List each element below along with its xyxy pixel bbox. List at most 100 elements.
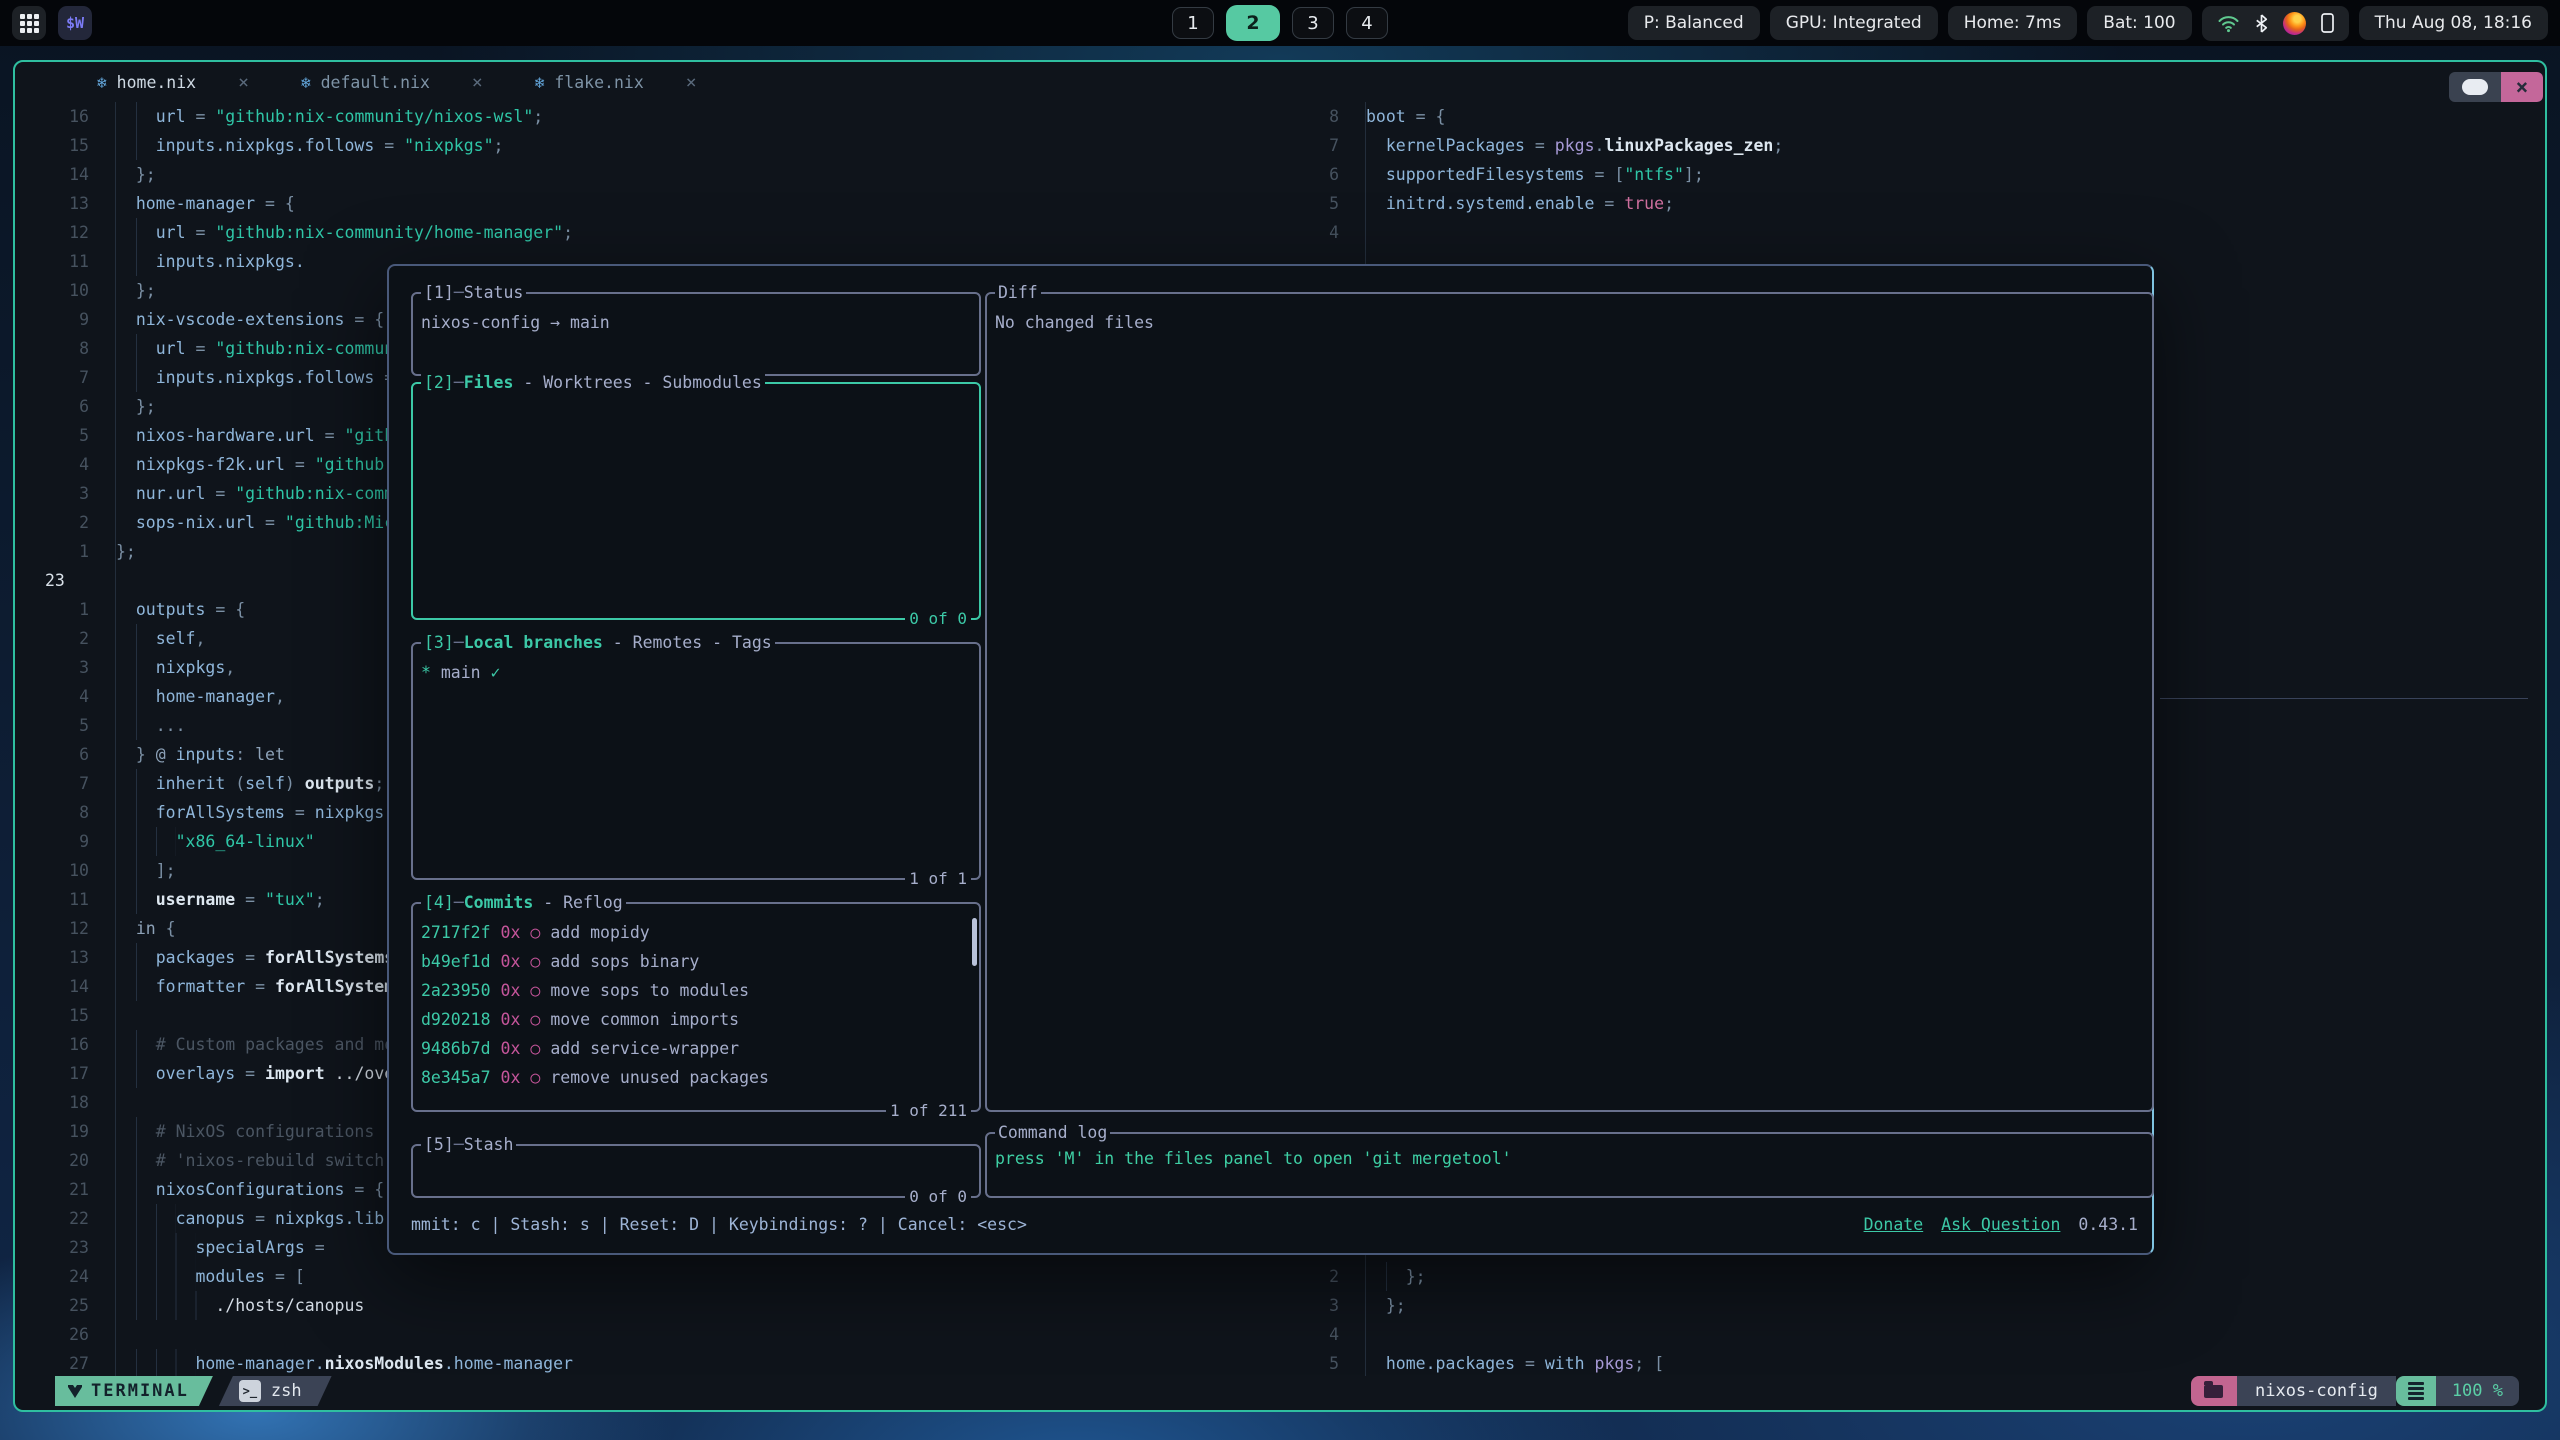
commit-graph-node: ○ <box>530 1063 540 1092</box>
editor-tab[interactable]: ❄home.nix× <box>71 62 275 102</box>
close-icon[interactable]: × <box>686 72 697 93</box>
commit-hash: d920218 <box>421 1005 491 1034</box>
code-text: "x86_64-linux" <box>116 827 315 856</box>
line-number: 21 <box>15 1175 103 1204</box>
panel-count: 1 of 1 <box>905 865 971 893</box>
panel-title: Diff <box>995 279 1041 307</box>
workspace-button[interactable]: 2 <box>1226 5 1280 41</box>
commit-row[interactable]: b49ef1d0x○add sops binary <box>413 947 979 976</box>
panel-name: Stash <box>464 1131 514 1159</box>
code-line: 16 url = "github:nix-community/nixos-wsl… <box>15 102 1297 131</box>
workspace-button[interactable]: 3 <box>1292 7 1334 39</box>
app-launcher-button[interactable] <box>12 6 46 40</box>
wifi-icon[interactable] <box>2217 14 2240 33</box>
folder-icon <box>2204 1385 2223 1398</box>
workspace-button[interactable]: 4 <box>1346 7 1388 39</box>
donate-link[interactable]: Donate <box>1864 1210 1924 1240</box>
panel-dash: ─ <box>454 1131 464 1159</box>
top-bar-left: $W <box>12 6 92 40</box>
commit-hash: b49ef1d <box>421 947 491 976</box>
scrollbar[interactable] <box>972 918 977 966</box>
line-number: 12 <box>15 218 103 247</box>
line-number: 16 <box>15 1030 103 1059</box>
commit-message: add mopidy <box>550 918 649 947</box>
line-number: 27 <box>15 1349 103 1376</box>
editor-tab[interactable]: ❄flake.nix× <box>509 62 723 102</box>
code-text: }; <box>116 276 156 305</box>
commit-message: add sops binary <box>550 947 699 976</box>
phone-icon[interactable] <box>2321 13 2334 33</box>
ask-question-link[interactable]: Ask Question <box>1941 1210 2060 1240</box>
lazygit-commits-panel[interactable]: [4]─Commits - Reflog 2717f2f0x○add mopid… <box>411 902 981 1112</box>
battery-percent: 100 % <box>2436 1376 2519 1406</box>
code-line: 5 home.packages = with pkgs; [ <box>1297 1349 2545 1376</box>
code-text: formatter = forAllSystems ( <box>116 972 424 1001</box>
code-line: 14 }; <box>15 160 1297 189</box>
panel-tabs[interactable]: - Reflog <box>533 889 622 917</box>
line-number: 2 <box>1297 1262 1353 1291</box>
panel-title: [2]─Files - Worktrees - Submodules <box>421 369 765 397</box>
line-number: 14 <box>15 972 103 1001</box>
workspace-button[interactable]: 1 <box>1172 7 1214 39</box>
line-number: 10 <box>15 856 103 885</box>
close-icon[interactable]: × <box>238 72 249 93</box>
code-line: 25 ./hosts/canopus <box>15 1291 1297 1320</box>
window-controls: × <box>2449 72 2543 102</box>
commit-hash: 8e345a7 <box>421 1063 491 1092</box>
editor-tab[interactable]: ❄default.nix× <box>275 62 509 102</box>
commit-row[interactable]: 8e345a70x○remove unused packages <box>413 1063 979 1092</box>
line-number: 24 <box>15 1262 103 1291</box>
code-text: }; <box>116 537 136 566</box>
panel-key: [2] <box>424 369 454 397</box>
line-number: 1 <box>15 595 103 624</box>
lazygit-files-panel[interactable]: [2]─Files - Worktrees - Submodules 0 of … <box>411 382 981 620</box>
commit-graph-node: ○ <box>530 918 540 947</box>
line-number: 13 <box>15 189 103 218</box>
lazygit-status-panel[interactable]: [1]─Status nixos-config → main <box>411 292 981 376</box>
commit-row[interactable]: 2717f2f0x○add mopidy <box>413 918 979 947</box>
editor-tab-bar: ❄home.nix×❄default.nix×❄flake.nix× <box>15 62 2545 102</box>
toggle-knob-icon <box>2462 79 2488 95</box>
line-number: 23 <box>15 1233 103 1262</box>
workspace-badge[interactable]: $W <box>58 6 92 40</box>
code-text: packages = forAllSystems ( <box>116 943 414 972</box>
pin-toggle[interactable] <box>2449 72 2501 102</box>
line-number: 15 <box>15 1001 103 1030</box>
code-text: url = "github:nix-community/nixos-wsl"; <box>116 102 543 131</box>
commit-message: remove unused packages <box>550 1063 769 1092</box>
lazygit-command-log-panel[interactable]: Command log press 'M' in the files panel… <box>985 1132 2154 1198</box>
lazygit-diff-panel[interactable]: Diff No changed files <box>985 292 2154 1112</box>
panel-name: Files <box>464 369 514 397</box>
lazygit-stash-panel[interactable]: [5]─Stash 0 of 0 <box>411 1144 981 1198</box>
code-text: ... <box>116 711 186 740</box>
bluetooth-icon[interactable] <box>2255 14 2268 33</box>
panel-tabs[interactable]: - Worktrees - Submodules <box>513 369 761 397</box>
status-pill-group: P: BalancedGPU: IntegratedHome: 7msBat: … <box>1628 6 2192 40</box>
close-window-button[interactable]: × <box>2501 72 2543 102</box>
line-number: 12 <box>15 914 103 943</box>
line-number: 5 <box>1297 189 1353 218</box>
commit-row[interactable]: 2a239500x○move sops to modules <box>413 976 979 1005</box>
branch-name: main <box>431 663 491 682</box>
code-text: username = "tux"; <box>116 885 325 914</box>
line-number: 4 <box>1297 218 1353 247</box>
code-line: 24 modules = [ <box>15 1262 1297 1291</box>
line-number: 26 <box>15 1320 103 1349</box>
panel-name: Command log <box>998 1119 1107 1147</box>
clock: Thu Aug 08, 18:16 <box>2359 6 2548 40</box>
line-number: 3 <box>15 479 103 508</box>
lazygit-popup: [1]─Status nixos-config → main [2]─Files… <box>387 264 2154 1255</box>
code-text: supportedFilesystems = ["ntfs"]; <box>1366 160 1704 189</box>
panel-tabs[interactable]: - Remotes - Tags <box>603 629 772 657</box>
code-line: 15 inputs.nixpkgs.follows = "nixpkgs"; <box>15 131 1297 160</box>
close-icon[interactable]: × <box>472 72 483 93</box>
firefox-icon[interactable] <box>2283 12 2306 35</box>
line-number: 9 <box>15 305 103 334</box>
terminal-window: ❄home.nix×❄default.nix×❄flake.nix× × 16 … <box>13 60 2547 1412</box>
workspace-switcher: 1234 <box>1172 5 1388 41</box>
commit-row[interactable]: 9486b7d0x○add service-wrapper <box>413 1034 979 1063</box>
tab-label: default.nix <box>321 73 430 92</box>
shell-tab[interactable]: >_ zsh <box>219 1376 332 1406</box>
lazygit-branches-panel[interactable]: [3]─Local branches - Remotes - Tags * ma… <box>411 642 981 880</box>
commit-row[interactable]: d9202180x○move common imports <box>413 1005 979 1034</box>
